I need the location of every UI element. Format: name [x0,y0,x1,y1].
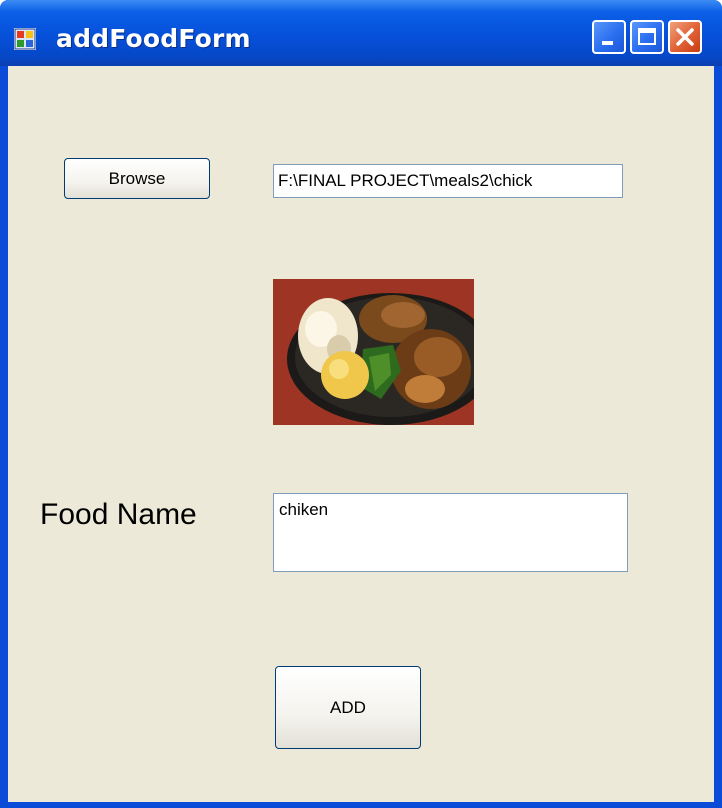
chicken-meal-photo [273,279,474,425]
food-name-label: Food Name [40,498,197,531]
close-icon [676,28,694,46]
file-path-input[interactable]: F:\FINAL PROJECT\meals2\chick [273,164,623,198]
food-picture [273,279,474,425]
browse-button[interactable]: Browse [64,158,210,199]
form-client-area: Browse F:\FINAL PROJECT\meals2\chick Foo… [8,66,714,802]
maximize-button[interactable] [630,20,664,54]
title-bar[interactable]: addFoodForm [0,0,722,66]
add-button[interactable]: ADD [275,666,421,749]
browse-button-label: Browse [108,169,166,188]
window-title: addFoodForm [56,24,251,53]
minimize-icon [602,41,613,45]
maximize-icon [638,28,656,45]
form-app-icon [14,28,36,50]
app-window: addFoodForm Browse F:\FINAL PROJECT\meal… [0,0,722,808]
add-button-label: ADD [330,698,366,717]
food-name-input[interactable]: chiken [273,493,628,572]
close-button[interactable] [668,20,702,54]
minimize-button[interactable] [592,20,626,54]
